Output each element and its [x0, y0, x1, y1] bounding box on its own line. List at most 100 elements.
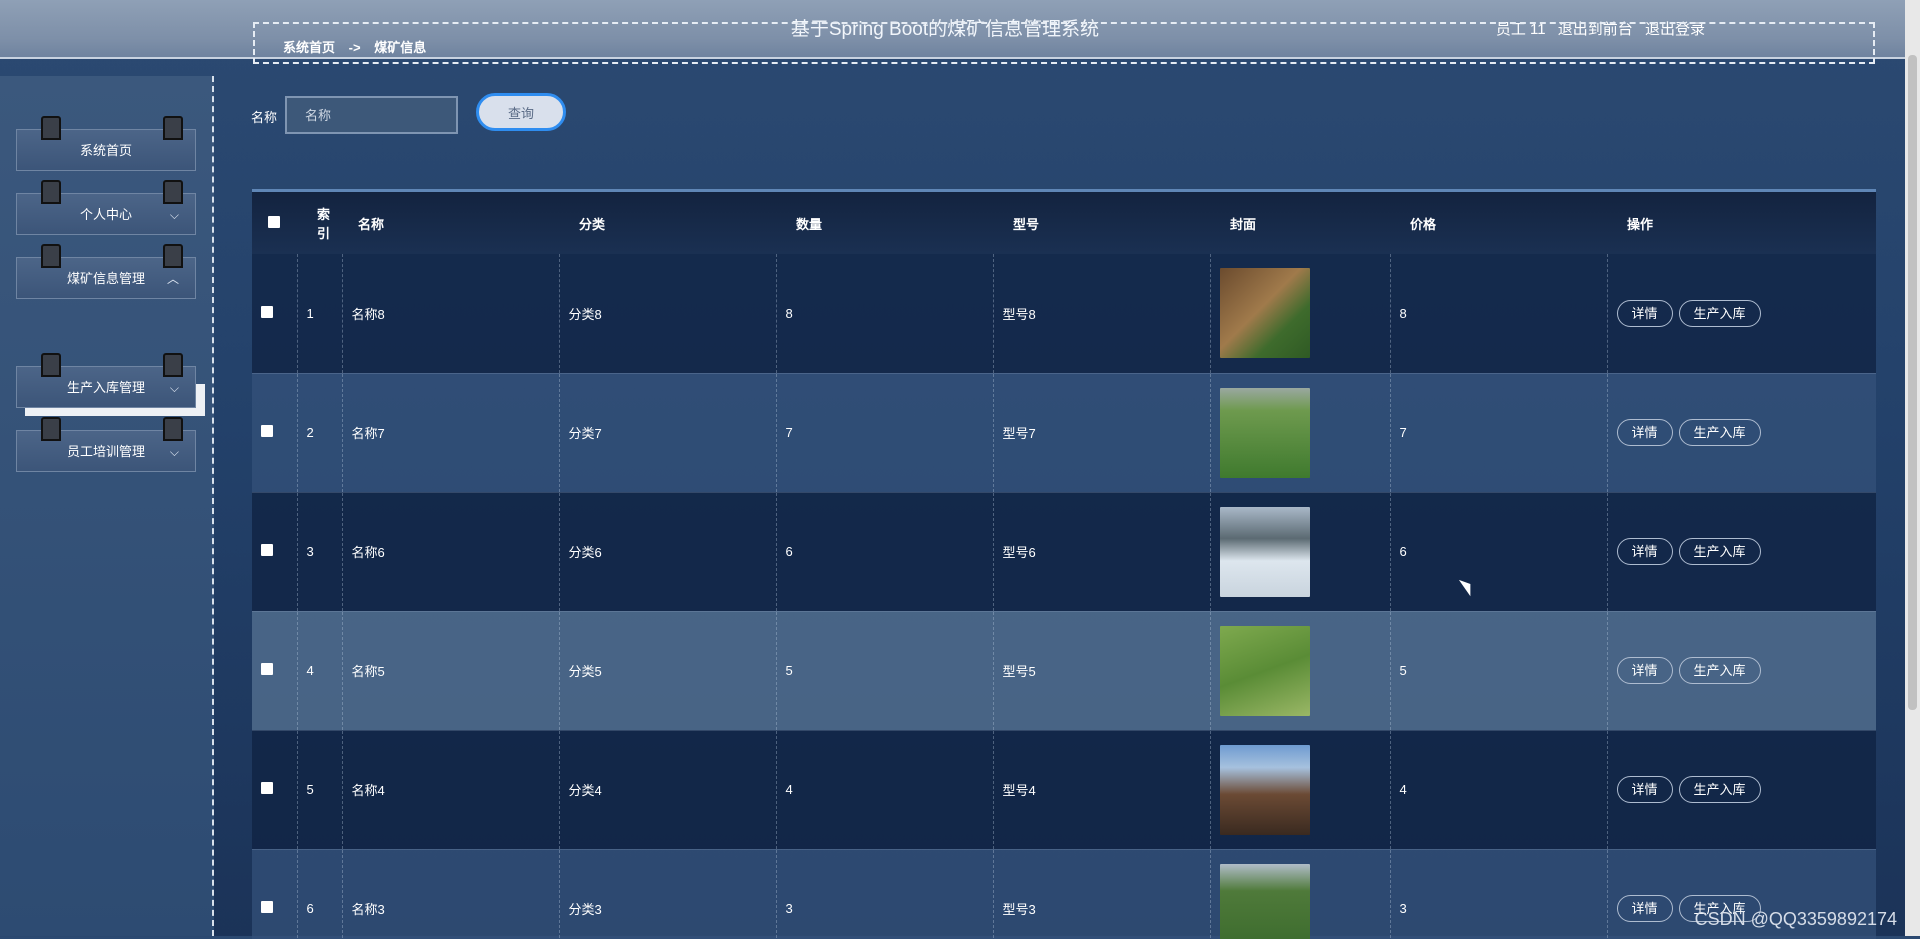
table-row: 5名称4分类44型号44详情生产入库 — [252, 730, 1876, 849]
row-checkbox[interactable] — [261, 901, 273, 913]
production-inbound-button[interactable]: 生产入库 — [1679, 776, 1761, 803]
scrollbar-thumb[interactable] — [1908, 55, 1917, 710]
sidebar-item-label: 煤矿信息管理 — [67, 271, 145, 286]
sidebar-item-label: 生产入库管理 — [67, 380, 145, 395]
name-cell: 名称4 — [342, 730, 559, 849]
row-select-cell[interactable] — [252, 492, 297, 611]
cover-cell — [1210, 373, 1390, 492]
column-header: 名称 — [342, 192, 559, 254]
select-all-checkbox[interactable] — [268, 216, 280, 228]
category-cell: 分类4 — [559, 730, 776, 849]
model-cell: 型号4 — [993, 730, 1210, 849]
detail-button[interactable]: 详情 — [1617, 419, 1673, 446]
production-inbound-button[interactable]: 生产入库 — [1679, 657, 1761, 684]
row-select-cell[interactable] — [252, 611, 297, 730]
row-select-cell[interactable] — [252, 373, 297, 492]
sidebar: 系统首页 个人中心 ⌵ 煤矿信息管理 ︿ 煤矿信息 生产入库管理 ⌵ 员工培训管… — [0, 76, 214, 936]
data-table: 索引 名称 分类 数量 型号 封面 价格 操作 1名称8分类88型号88详情生产… — [252, 189, 1876, 939]
actions-cell: 详情生产入库 — [1607, 492, 1876, 611]
sidebar-item-production[interactable]: 生产入库管理 ⌵ — [16, 366, 196, 408]
table-row: 1名称8分类88型号88详情生产入库 — [252, 254, 1876, 373]
breadcrumb-home[interactable]: 系统首页 — [283, 40, 335, 55]
actions-cell: 详情生产入库 — [1607, 254, 1876, 373]
detail-button[interactable]: 详情 — [1617, 776, 1673, 803]
clip-icon — [41, 417, 61, 441]
column-header: 数量 — [776, 192, 993, 254]
column-header: 型号 — [993, 192, 1210, 254]
scrollbar[interactable] — [1905, 0, 1920, 936]
quantity-cell: 8 — [776, 254, 993, 373]
model-cell: 型号5 — [993, 611, 1210, 730]
chevron-down-icon: ⌵ — [170, 194, 179, 236]
index-cell: 5 — [297, 730, 342, 849]
cover-image[interactable] — [1220, 507, 1310, 597]
sidebar-item-home[interactable]: 系统首页 — [16, 129, 196, 171]
name-cell: 名称7 — [342, 373, 559, 492]
detail-button[interactable]: 详情 — [1617, 538, 1673, 565]
cover-image[interactable] — [1220, 745, 1310, 835]
index-cell: 4 — [297, 611, 342, 730]
row-checkbox[interactable] — [261, 782, 273, 794]
row-checkbox[interactable] — [261, 425, 273, 437]
cover-image[interactable] — [1220, 268, 1310, 358]
cover-image[interactable] — [1220, 626, 1310, 716]
sidebar-item-personal[interactable]: 个人中心 ⌵ — [16, 193, 196, 235]
watermark: CSDN @QQ3359892174 — [1695, 909, 1897, 930]
breadcrumb-current: 煤矿信息 — [374, 40, 426, 55]
quantity-cell: 6 — [776, 492, 993, 611]
cover-image[interactable] — [1220, 388, 1310, 478]
name-cell: 名称8 — [342, 254, 559, 373]
row-select-cell[interactable] — [252, 730, 297, 849]
breadcrumb-separator: -> — [349, 40, 361, 55]
quantity-cell: 7 — [776, 373, 993, 492]
table-header-row: 索引 名称 分类 数量 型号 封面 价格 操作 — [252, 192, 1876, 254]
row-select-cell[interactable] — [252, 849, 297, 939]
production-inbound-button[interactable]: 生产入库 — [1679, 538, 1761, 565]
price-cell: 3 — [1390, 849, 1607, 939]
category-cell: 分类7 — [559, 373, 776, 492]
sidebar-item-label: 个人中心 — [80, 207, 132, 222]
quantity-cell: 3 — [776, 849, 993, 939]
detail-button[interactable]: 详情 — [1617, 895, 1673, 922]
select-all-header[interactable] — [252, 192, 297, 254]
detail-button[interactable]: 详情 — [1617, 657, 1673, 684]
table-row: 2名称7分类77型号77详情生产入库 — [252, 373, 1876, 492]
production-inbound-button[interactable]: 生产入库 — [1679, 419, 1761, 446]
sidebar-item-coal-info[interactable]: 煤矿信息管理 ︿ — [16, 257, 196, 299]
index-cell: 2 — [297, 373, 342, 492]
column-header: 分类 — [559, 192, 776, 254]
actions-cell: 详情生产入库 — [1607, 730, 1876, 849]
breadcrumb: 系统首页 -> 煤矿信息 — [283, 37, 436, 56]
cover-cell — [1210, 492, 1390, 611]
model-cell: 型号3 — [993, 849, 1210, 939]
quantity-cell: 4 — [776, 730, 993, 849]
model-cell: 型号6 — [993, 492, 1210, 611]
detail-button[interactable]: 详情 — [1617, 300, 1673, 327]
sidebar-item-label: 员工培训管理 — [67, 444, 145, 459]
actions-cell: 详情生产入库 — [1607, 611, 1876, 730]
sidebar-item-training[interactable]: 员工培训管理 ⌵ — [16, 430, 196, 472]
header-frame — [253, 22, 1875, 64]
production-inbound-button[interactable]: 生产入库 — [1679, 300, 1761, 327]
cover-image[interactable] — [1220, 864, 1310, 939]
search-input[interactable] — [285, 96, 458, 134]
row-checkbox[interactable] — [261, 663, 273, 675]
query-button[interactable]: 查询 — [476, 93, 566, 131]
clip-icon — [41, 116, 61, 140]
clip-icon — [41, 353, 61, 377]
price-cell: 5 — [1390, 611, 1607, 730]
chevron-up-icon: ︿ — [167, 258, 179, 300]
row-checkbox[interactable] — [261, 306, 273, 318]
price-cell: 6 — [1390, 492, 1607, 611]
chevron-down-icon: ⌵ — [170, 367, 179, 409]
table-row: 4名称5分类55型号55详情生产入库 — [252, 611, 1876, 730]
price-cell: 8 — [1390, 254, 1607, 373]
column-header: 索引 — [297, 192, 342, 254]
model-cell: 型号8 — [993, 254, 1210, 373]
row-checkbox[interactable] — [261, 544, 273, 556]
chevron-down-icon: ⌵ — [170, 431, 179, 473]
index-cell: 3 — [297, 492, 342, 611]
name-cell: 名称3 — [342, 849, 559, 939]
clip-icon — [41, 244, 61, 268]
row-select-cell[interactable] — [252, 254, 297, 373]
